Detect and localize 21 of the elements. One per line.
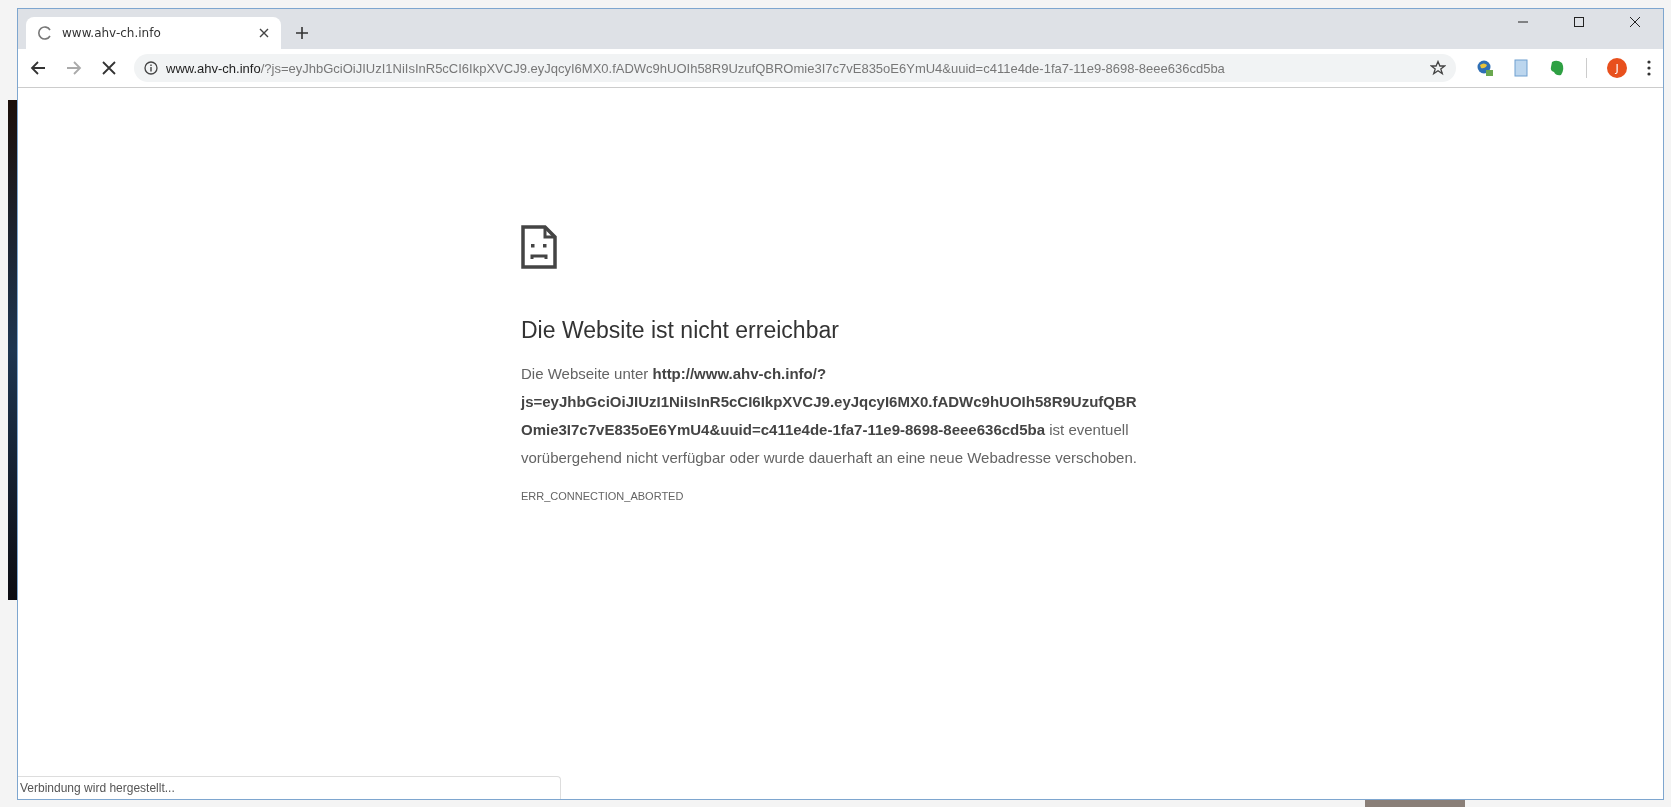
status-bubble: Verbindung wird hergestellt... [18, 776, 561, 799]
error-code: ERR_CONNECTION_ABORTED [521, 490, 685, 502]
tab-title: www.ahv-ch.info [62, 26, 162, 40]
star-icon[interactable] [1430, 60, 1446, 76]
error-message: Die Webseite unter http://www.ahv-ch.info/?js=eyJhbGciOiJIUzI1NiIsInR5cCI6IkpXVCJ9.eyJqcyI6MX0.fADWc9hUOIh58R9UzufQBROmie3I7c7vE835oE6YmU4&uuid=c411e4de-1fa7-11e9-8698-8eee636cd5ba ist eventuell vorübergehend nicht verfügbar oder wurde dauerhaft an eine neue Webadresse verschoben. [521, 364, 1138, 468]
address-bar[interactable]: www.ahv-ch.info/?js=eyJhbGciOiJIUzI1NiIsInR5cCI6IkpXVCJ9.eyJqcyI6MX0.fADWc9hUOIh58R9UzufQBROmie3I7c7vE835oE6YmU4&uuid=c411e4de-1fa7-11e9-8698-8eee636cd5ba [134, 54, 1456, 82]
globe-extension-icon[interactable] [1476, 59, 1494, 77]
sad-document-icon [521, 225, 557, 269]
menu-icon[interactable] [1647, 60, 1651, 76]
error-heading: Die Website ist nicht erreichbar [521, 317, 840, 344]
info-icon [144, 61, 158, 75]
close-tab-icon[interactable] [259, 28, 269, 38]
profile-avatar[interactable]: J [1607, 58, 1627, 78]
close-icon[interactable] [1629, 16, 1641, 28]
url-text: www.ahv-ch.info/?js=eyJhbGciOiJIUzI1NiIsInR5cCI6IkpXVCJ9.eyJqcyI6MX0.fADWc9hUOIh58R9UzufQBROmie3I7c7vE835oE6YmU4&uuid=c411e4de-1fa7-11e9-8698-8eee636cd5ba [166, 60, 1225, 76]
loading-spinner-icon [38, 26, 52, 40]
new-tab-icon[interactable] [295, 26, 309, 40]
maximize-icon[interactable] [1573, 16, 1585, 28]
browser-tab[interactable]: www.ahv-ch.info [26, 17, 281, 49]
stop-icon[interactable] [102, 61, 116, 75]
back-arrow-icon[interactable] [30, 60, 46, 76]
